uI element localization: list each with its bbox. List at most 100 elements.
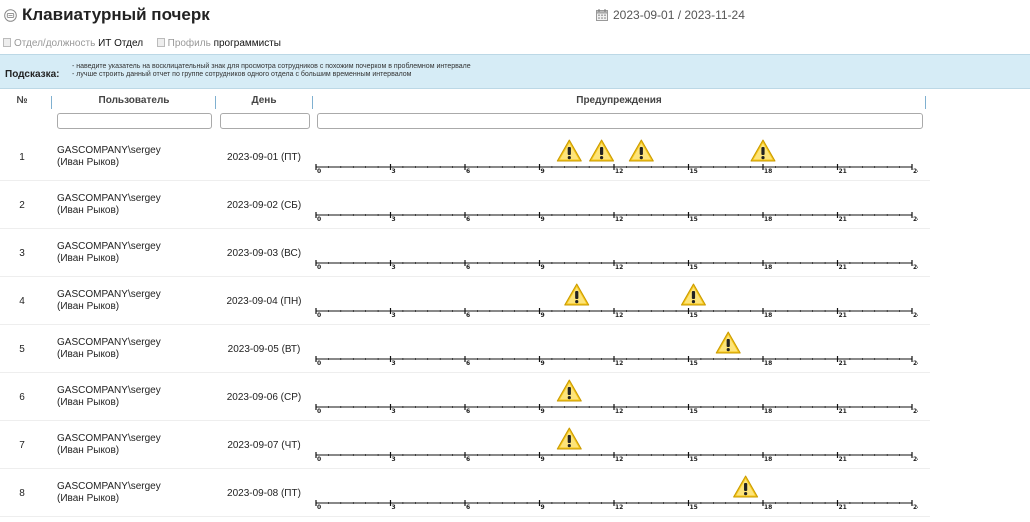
timeline-tick-label: 3	[392, 360, 396, 367]
timeline-tick-label: 12	[615, 504, 623, 511]
department-filter-value[interactable]: ИТ Отдел	[98, 38, 143, 49]
timeline-tick-label: 24	[913, 264, 918, 271]
timeline-tick-label: 21	[839, 312, 847, 319]
warning-exclamation-dot	[575, 300, 579, 304]
date-range-picker[interactable]: 2023-09-01 / 2023-11-24	[596, 8, 745, 22]
warning-timeline: 0 3 6 9 12 15 18 21 24	[315, 379, 918, 415]
hint-panel: Подсказка: - наведите указатель на воскл…	[0, 54, 1030, 89]
row-number: 8	[19, 488, 25, 499]
timeline-tick-label: 12	[615, 408, 623, 415]
warning-exclamation-bar	[599, 147, 604, 155]
timeline-tick-label: 24	[913, 216, 918, 223]
timeline-tick-label: 6	[466, 408, 470, 415]
column-header-day[interactable]: День	[219, 95, 309, 106]
page-title: Клавиатурный почерк	[22, 5, 210, 24]
timeline-tick-label: 24	[913, 456, 918, 463]
warning-icon[interactable]	[628, 139, 654, 162]
timeline-tick-label: 18	[764, 168, 772, 175]
warning-timeline: 0 3 6 9 12 15 18 21 24	[315, 260, 918, 271]
timeline-tick-label: 18	[764, 360, 772, 367]
row-user: GASCOMPANY\sergey (Иван Рыков)	[57, 433, 161, 457]
warning-icon[interactable]	[589, 139, 615, 162]
warning-exclamation-dot	[567, 156, 571, 160]
timeline-tick-label: 3	[392, 456, 396, 463]
warning-exclamation-bar	[761, 147, 765, 155]
row-user-login: GASCOMPANY\sergey	[57, 481, 161, 492]
warning-exclamation-dot	[691, 300, 696, 304]
warning-icon[interactable]	[564, 283, 590, 306]
warning-icon[interactable]	[715, 331, 741, 354]
timeline-tick-label: 6	[466, 168, 470, 175]
timeline-tick-label: 21	[839, 360, 847, 367]
table-row: 3 GASCOMPANY\sergey (Иван Рыков) 2023-09-03…	[0, 229, 930, 277]
row-user: GASCOMPANY\sergey (Иван Рыков)	[57, 385, 161, 409]
timeline-tick-label: 6	[466, 504, 470, 511]
user-filter-input[interactable]	[57, 113, 212, 129]
row-day: 2023-09-08 (ПТ)	[227, 488, 301, 499]
warning-exclamation-dot	[567, 396, 571, 400]
timeline-tick-label: 15	[690, 360, 698, 367]
profile-filter-value[interactable]: программисты	[214, 38, 281, 49]
hint-line: - наведите указатель на восклицательный …	[72, 63, 471, 70]
timeline-tick-label: 18	[764, 312, 772, 319]
warning-exclamation-bar	[567, 435, 571, 443]
warning-exclamation-bar	[575, 291, 579, 299]
timeline-tick-label: 15	[690, 264, 698, 271]
warning-icon[interactable]	[556, 139, 582, 162]
row-number: 6	[19, 392, 25, 403]
timeline-tick-label: 15	[690, 408, 698, 415]
timeline-tick-label: 24	[913, 168, 918, 175]
keyboard-handwriting-icon	[4, 9, 17, 22]
hint-text: - наведите указатель на восклицательный …	[72, 63, 471, 79]
table-row: 4 GASCOMPANY\sergey (Иван Рыков) 2023-09-04…	[0, 277, 930, 325]
warning-exclamation-bar	[744, 483, 748, 491]
department-filter-icon	[3, 38, 11, 47]
date-range-value: 2023-09-01 / 2023-11-24	[613, 8, 745, 22]
timeline-tick-label: 3	[392, 216, 396, 223]
timeline-tick-label: 3	[392, 408, 396, 415]
profile-filter-label[interactable]: Профиль	[168, 38, 211, 49]
warning-icon[interactable]	[733, 475, 759, 498]
timeline-tick-label: 9	[541, 504, 545, 511]
warning-icon[interactable]	[750, 139, 776, 162]
row-user-login: GASCOMPANY\sergey	[57, 433, 161, 444]
page-header: Клавиатурный почерк 2023-09-01 / 2023-11…	[0, 0, 1030, 32]
warning-timeline: 0 3 6 9 12 15 18 21 24	[315, 139, 918, 175]
row-user-name: (Иван Рыков)	[57, 157, 120, 168]
column-header-user[interactable]: Пользователь	[56, 95, 212, 106]
timeline-tick-label: 12	[615, 216, 623, 223]
timeline-tick-label: 3	[392, 264, 396, 271]
timeline-tick-label: 9	[541, 312, 545, 319]
table-row: 1 GASCOMPANY\sergey (Иван Рыков) 2023-09-01…	[0, 133, 930, 181]
row-day: 2023-09-01 (ПТ)	[227, 152, 301, 163]
timeline-tick-label: 0	[317, 456, 321, 463]
timeline-tick-label: 6	[466, 312, 470, 319]
warning-exclamation-bar	[567, 387, 571, 395]
timeline-tick-label: 0	[317, 360, 321, 367]
row-user-name: (Иван Рыков)	[57, 493, 120, 504]
warning-exclamation-bar	[691, 291, 696, 299]
row-number: 5	[19, 344, 25, 355]
warning-exclamation-dot	[761, 156, 765, 160]
timeline-tick-label: 12	[615, 456, 623, 463]
timeline-tick-label: 0	[317, 168, 321, 175]
row-user-login: GASCOMPANY\sergey	[57, 145, 161, 156]
day-filter-input[interactable]	[220, 113, 310, 129]
warnings-filter-input[interactable]	[317, 113, 923, 129]
warning-timeline: 0 3 6 9 12 15 18 21 24	[315, 475, 918, 511]
warning-icon[interactable]	[556, 427, 582, 450]
timeline-tick-label: 18	[764, 408, 772, 415]
row-user-login: GASCOMPANY\sergey	[57, 193, 161, 204]
hint-label: Подсказка:	[5, 69, 60, 80]
timeline-tick-label: 3	[392, 168, 396, 175]
timeline-tick-label: 12	[615, 168, 623, 175]
department-filter-label[interactable]: Отдел/должность	[14, 38, 95, 49]
timeline-tick-label: 24	[913, 360, 918, 367]
column-separator	[925, 96, 926, 109]
warning-timeline: 0 3 6 9 12 15 18 21 24	[315, 331, 918, 367]
warning-icon[interactable]	[680, 283, 706, 306]
timeline-tick-label: 18	[764, 456, 772, 463]
timeline-tick-label: 21	[839, 264, 847, 271]
warning-icon[interactable]	[556, 379, 582, 402]
timeline-tick-label: 0	[317, 408, 321, 415]
